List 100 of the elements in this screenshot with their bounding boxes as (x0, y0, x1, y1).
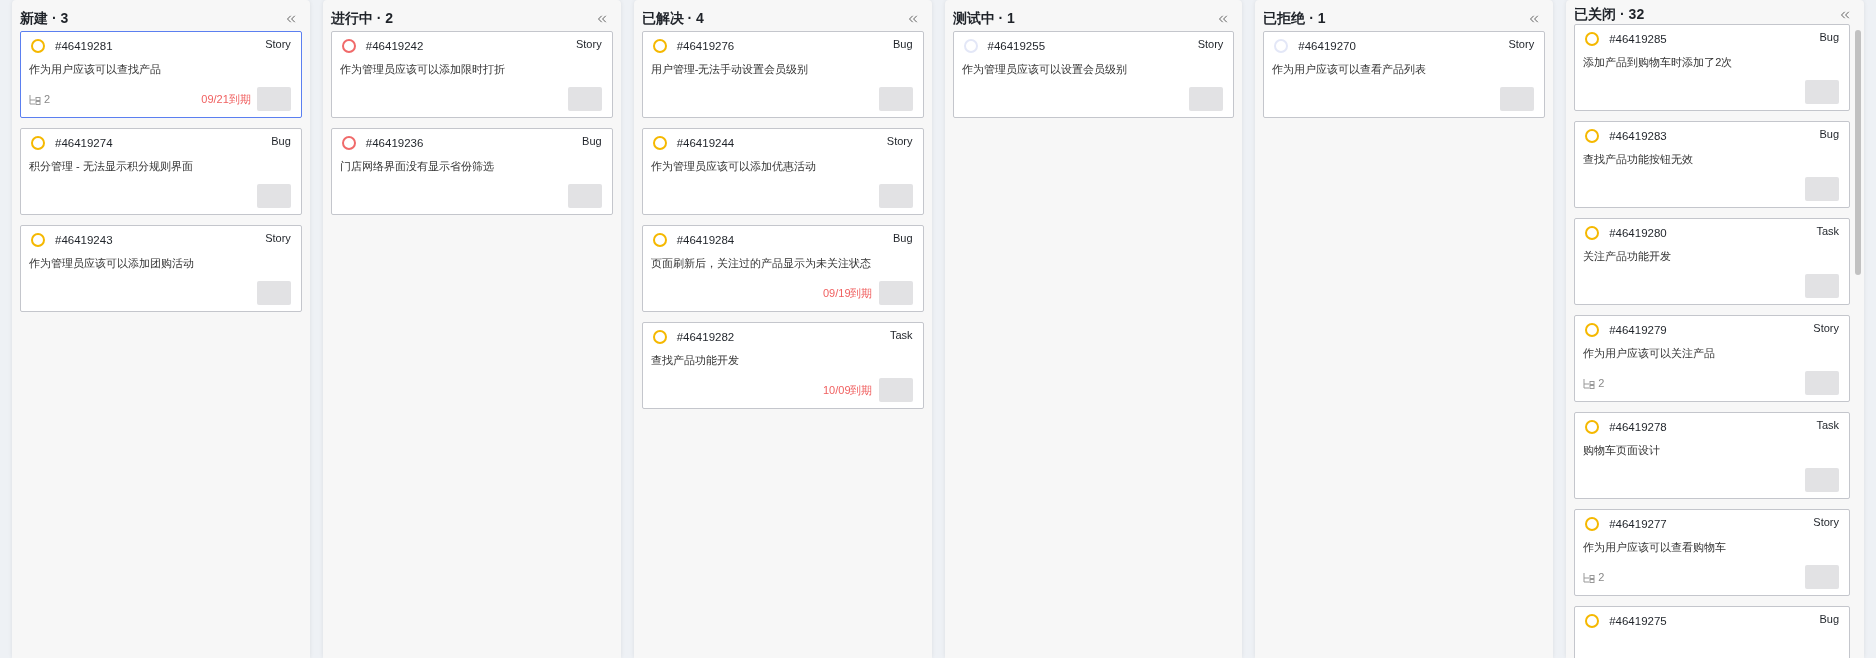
task-card[interactable]: #46419285 Bug 添加产品到购物车时添加了2次 (1574, 24, 1850, 111)
task-card[interactable]: #46419255 Story 作为管理员应该可以设置会员级别 (952, 31, 1235, 118)
task-type: Story (1813, 322, 1839, 334)
task-type: Bug (271, 135, 291, 147)
task-id: #46419244 (676, 137, 736, 149)
avatar-placeholder (1805, 274, 1839, 298)
task-title: 积分管理 - 无法显示积分规则界面 (29, 159, 194, 174)
avatar-placeholder (1500, 87, 1535, 111)
subtask-count: 2 (44, 93, 51, 105)
task-id: #46419280 (1609, 227, 1668, 239)
task-card[interactable]: #46419275 Bug (1574, 606, 1850, 658)
task-card[interactable]: #46419281 Story 作为用户应该可以查找产品 2 09/21到期 (20, 31, 302, 118)
task-id: #46419276 (676, 40, 736, 52)
task-id: #46419255 (987, 40, 1047, 52)
task-type: Story (1508, 38, 1535, 50)
task-title: 添加产品到购物车时添加了2次 (1583, 55, 1734, 70)
task-card[interactable]: #46419280 Task 关注产品功能开发 (1574, 218, 1850, 305)
task-id: #46419236 (365, 137, 425, 149)
task-card[interactable]: #46419277 Story 作为用户应该可以查看购物车 2 (1574, 509, 1850, 596)
column-title: 已关闭 · 32 (1574, 6, 1645, 24)
task-title: 购物车页面设计 (1583, 443, 1662, 458)
task-type: Bug (1819, 128, 1839, 140)
due-date: 10/09到期 (822, 382, 873, 398)
avatar-placeholder (1805, 371, 1839, 395)
task-type: Bug (1819, 31, 1839, 43)
task-id: #46419275 (1609, 615, 1668, 627)
avatar-placeholder (1189, 87, 1224, 111)
subtask-count: 2 (1598, 377, 1605, 389)
task-card[interactable]: #46419243 Story 作为管理员应该可以添加团购活动 (20, 225, 302, 312)
avatar-placeholder (256, 184, 291, 208)
task-type: Task (889, 329, 913, 341)
avatar-placeholder (878, 87, 913, 111)
task-type: Task (1816, 225, 1839, 237)
task-title: 门店网络界面没有显示省份筛选 (339, 159, 495, 174)
column-title: 已解决 · 4 (641, 9, 704, 28)
task-title: 作为用户应该可以查看产品列表 (1272, 62, 1428, 77)
task-id: #46419243 (55, 234, 114, 246)
task-card[interactable]: #46419270 Story 作为用户应该可以查看产品列表 (1263, 31, 1546, 118)
task-title: 查找产品功能按钮无效 (1583, 152, 1695, 167)
avatar-placeholder (256, 281, 291, 305)
task-id: #46419285 (1609, 33, 1668, 45)
subtask-icon (1583, 377, 1596, 389)
task-id: #46419277 (1609, 518, 1668, 530)
task-id: #46419283 (1609, 130, 1668, 142)
task-card[interactable]: #46419284 Bug 页面刷新后，关注过的产品显示为未关注状态 09/19到期 (641, 225, 924, 312)
task-card[interactable]: #46419274 Bug 积分管理 - 无法显示积分规则界面 (20, 128, 302, 215)
task-title: 作为用户应该可以查看购物车 (1583, 540, 1728, 555)
avatar-placeholder (567, 184, 602, 208)
double-chevron-icon (1838, 8, 1852, 22)
task-id: #46419282 (676, 331, 736, 343)
task-card[interactable]: #46419279 Story 作为用户应该可以关注产品 2 (1574, 315, 1850, 402)
avatar-placeholder (1805, 468, 1839, 492)
task-title: 作为管理员应该可以添加限时打折 (339, 62, 506, 77)
task-card[interactable]: #46419242 Story 作为管理员应该可以添加限时打折 (330, 31, 613, 118)
task-type: Bug (582, 135, 602, 147)
task-type: Bug (1819, 613, 1839, 625)
task-title: 作为用户应该可以查找产品 (29, 62, 162, 77)
task-card[interactable]: #46419283 Bug 查找产品功能按钮无效 (1574, 121, 1850, 208)
task-title: 页面刷新后，关注过的产品显示为未关注状态 (650, 256, 872, 271)
due-date: 09/19到期 (822, 285, 873, 301)
task-type: Story (1197, 38, 1224, 50)
avatar-placeholder (1805, 80, 1839, 104)
task-title: 用户管理-无法手动设置会员级别 (650, 62, 810, 77)
avatar-placeholder (256, 87, 291, 111)
subtask-icon (1583, 571, 1596, 583)
column-title: 新建 · 3 (20, 9, 69, 28)
task-id: #46419242 (365, 40, 425, 52)
task-id: #46419274 (55, 137, 114, 149)
task-card[interactable]: #46419236 Bug 门店网络界面没有显示省份筛选 (330, 128, 613, 215)
task-title: 作为用户应该可以关注产品 (1583, 346, 1717, 361)
task-type: Story (575, 38, 602, 50)
task-title: 作为管理员应该可以设置会员级别 (961, 62, 1128, 77)
task-id: #46419278 (1609, 421, 1668, 433)
avatar-placeholder (878, 378, 913, 402)
avatar-placeholder (567, 87, 602, 111)
subtask-count: 2 (1598, 571, 1605, 583)
task-card[interactable]: #46419282 Task 查找产品功能开发 10/09到期 (641, 322, 924, 409)
task-title: 作为管理员应该可以添加优惠活动 (650, 159, 817, 174)
avatar-placeholder (878, 281, 913, 305)
task-type: Task (1816, 419, 1839, 431)
avatar-placeholder (1805, 565, 1839, 589)
task-type: Story (265, 232, 291, 244)
scrollbar[interactable] (1855, 30, 1861, 275)
task-id: #46419279 (1609, 324, 1668, 336)
due-date: 09/21到期 (201, 91, 251, 107)
column-title: 测试中 · 1 (952, 9, 1015, 28)
task-card[interactable]: #46419278 Task 购物车页面设计 (1574, 412, 1850, 499)
task-card[interactable]: #46419276 Bug 用户管理-无法手动设置会员级别 (641, 31, 924, 118)
task-title: 关注产品功能开发 (1583, 249, 1673, 264)
task-type: Story (1813, 516, 1839, 528)
avatar-placeholder (1805, 177, 1839, 201)
task-id: #46419281 (55, 40, 114, 52)
task-type: Story (886, 135, 913, 147)
task-id: #46419270 (1298, 40, 1357, 52)
task-title: 作为管理员应该可以添加团购活动 (29, 256, 195, 271)
subtask-icon (29, 93, 41, 105)
avatar-placeholder (878, 184, 913, 208)
collapse-button[interactable] (1838, 8, 1852, 22)
task-card[interactable]: #46419244 Story 作为管理员应该可以添加优惠活动 (641, 128, 924, 215)
task-title: 查找产品功能开发 (650, 353, 740, 368)
